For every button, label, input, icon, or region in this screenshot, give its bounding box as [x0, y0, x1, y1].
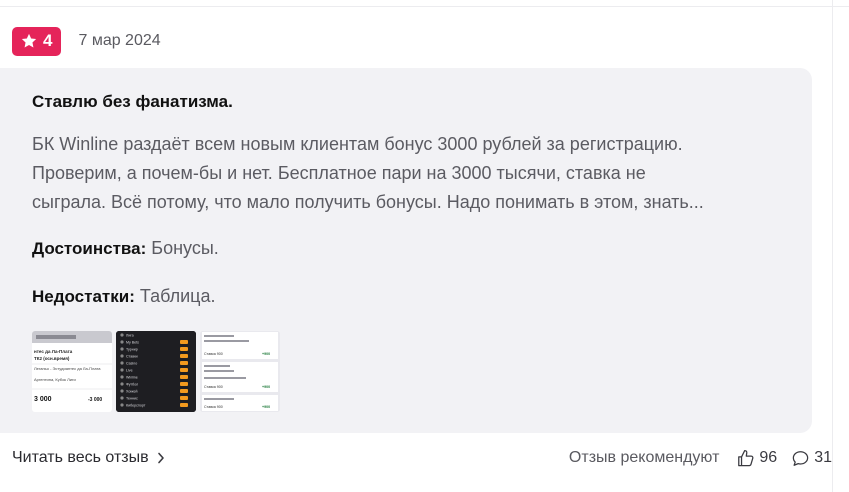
recommend-label: Отзыв рекомендуют: [568, 449, 720, 466]
thumb2-item: My Bets: [126, 341, 139, 345]
thumb3-line: Ставка 900: [204, 385, 223, 389]
cons-label: Недостатки:: [32, 287, 135, 306]
review-thumbnails: нтес да Ла-Плата ТК2 (осн.время) Леганьо…: [32, 331, 280, 412]
thumb1-line: Леганьо - Эстудиантес да Ла-Плата: [34, 366, 101, 371]
thumb2-item: Ставки: [126, 355, 138, 359]
review-body-line: Проверим, а почем-бы и нет. Бесплатное п…: [32, 163, 646, 183]
thumb2-item: Лига: [126, 334, 134, 338]
review-title: Ставлю без фанатизма.: [32, 92, 233, 111]
thumb3-line: +900: [262, 405, 270, 409]
review-card: 4 7 мар 2024 Ставлю без фанатизма. БК Wi…: [0, 0, 849, 492]
thumb2-item: Турнир: [126, 348, 138, 352]
thumbnail-image-2[interactable]: Лига My Bets Турнир Ставки Casino Live W…: [116, 331, 196, 412]
thumb3-line: Ставка 900: [204, 352, 223, 356]
review-pros: Достоинства: Бонусы.: [32, 238, 219, 259]
thumb2-item: Live: [126, 369, 133, 373]
thumbs-up-icon: [738, 449, 754, 466]
right-divider: [832, 0, 833, 492]
thumb2-item: Хоккей: [126, 390, 138, 394]
thumb2-item: Winline: [126, 376, 138, 380]
thumb2-item: Футбол: [126, 383, 138, 387]
like-count: 96: [759, 449, 778, 466]
review-body-line: сыграла. Всё потому, что мало получить б…: [32, 192, 704, 212]
like-button[interactable]: 96: [736, 449, 777, 468]
review-cons: Недостатки: Таблица.: [32, 286, 215, 307]
thumb1-line: ТК2 (осн.время): [34, 356, 70, 361]
comments-button[interactable]: 31: [791, 449, 832, 468]
cons-value: Таблица.: [139, 286, 216, 306]
review-body-line: БК Winline раздаёт всем новым клиентам б…: [32, 134, 683, 154]
thumb3-line: +900: [262, 385, 270, 389]
rating-value: 4: [43, 31, 53, 50]
pros-value: Бонусы.: [151, 238, 219, 258]
thumb1-line: нтес да Ла-Плата: [34, 349, 73, 354]
review-footer: Читать весь отзыв Отзыв рекомендуют 96 3…: [12, 446, 832, 470]
read-full-review-link[interactable]: Читать весь отзыв: [12, 449, 165, 467]
thumb1-line: Аргентина, Кубок Лиги: [34, 377, 76, 382]
thumb3-line: Ставка 900: [204, 405, 223, 409]
thumb1-amount: 3 000: [34, 396, 52, 403]
rating-badge: 4: [12, 26, 62, 56]
thumb2-item: Теннис: [126, 397, 138, 401]
thumb3-line: +900: [262, 352, 270, 356]
review-body: БК Winline раздаёт всем новым клиентам б…: [32, 130, 802, 217]
thumb2-item: Киберспорт: [126, 404, 146, 408]
thumb1-amount-neg: -3 000: [88, 397, 102, 403]
chevron-right-icon: [157, 452, 164, 464]
thumb2-item: Casino: [126, 362, 137, 366]
comment-count: 31: [814, 449, 832, 466]
pros-label: Достоинства:: [32, 239, 147, 258]
thumbnail-image-1[interactable]: нтес да Ла-Плата ТК2 (осн.время) Леганьо…: [32, 331, 112, 412]
star-icon: [21, 33, 37, 48]
read-more-label: Читать весь отзыв: [12, 449, 149, 466]
thumbnail-image-3[interactable]: Ставка 900 Ставка 900 Ставка 900 +900 +9…: [200, 331, 280, 412]
review-header: 4 7 мар 2024: [12, 26, 161, 56]
comment-icon: [792, 450, 809, 466]
top-divider: [0, 6, 849, 7]
review-date: 7 мар 2024: [78, 32, 161, 49]
